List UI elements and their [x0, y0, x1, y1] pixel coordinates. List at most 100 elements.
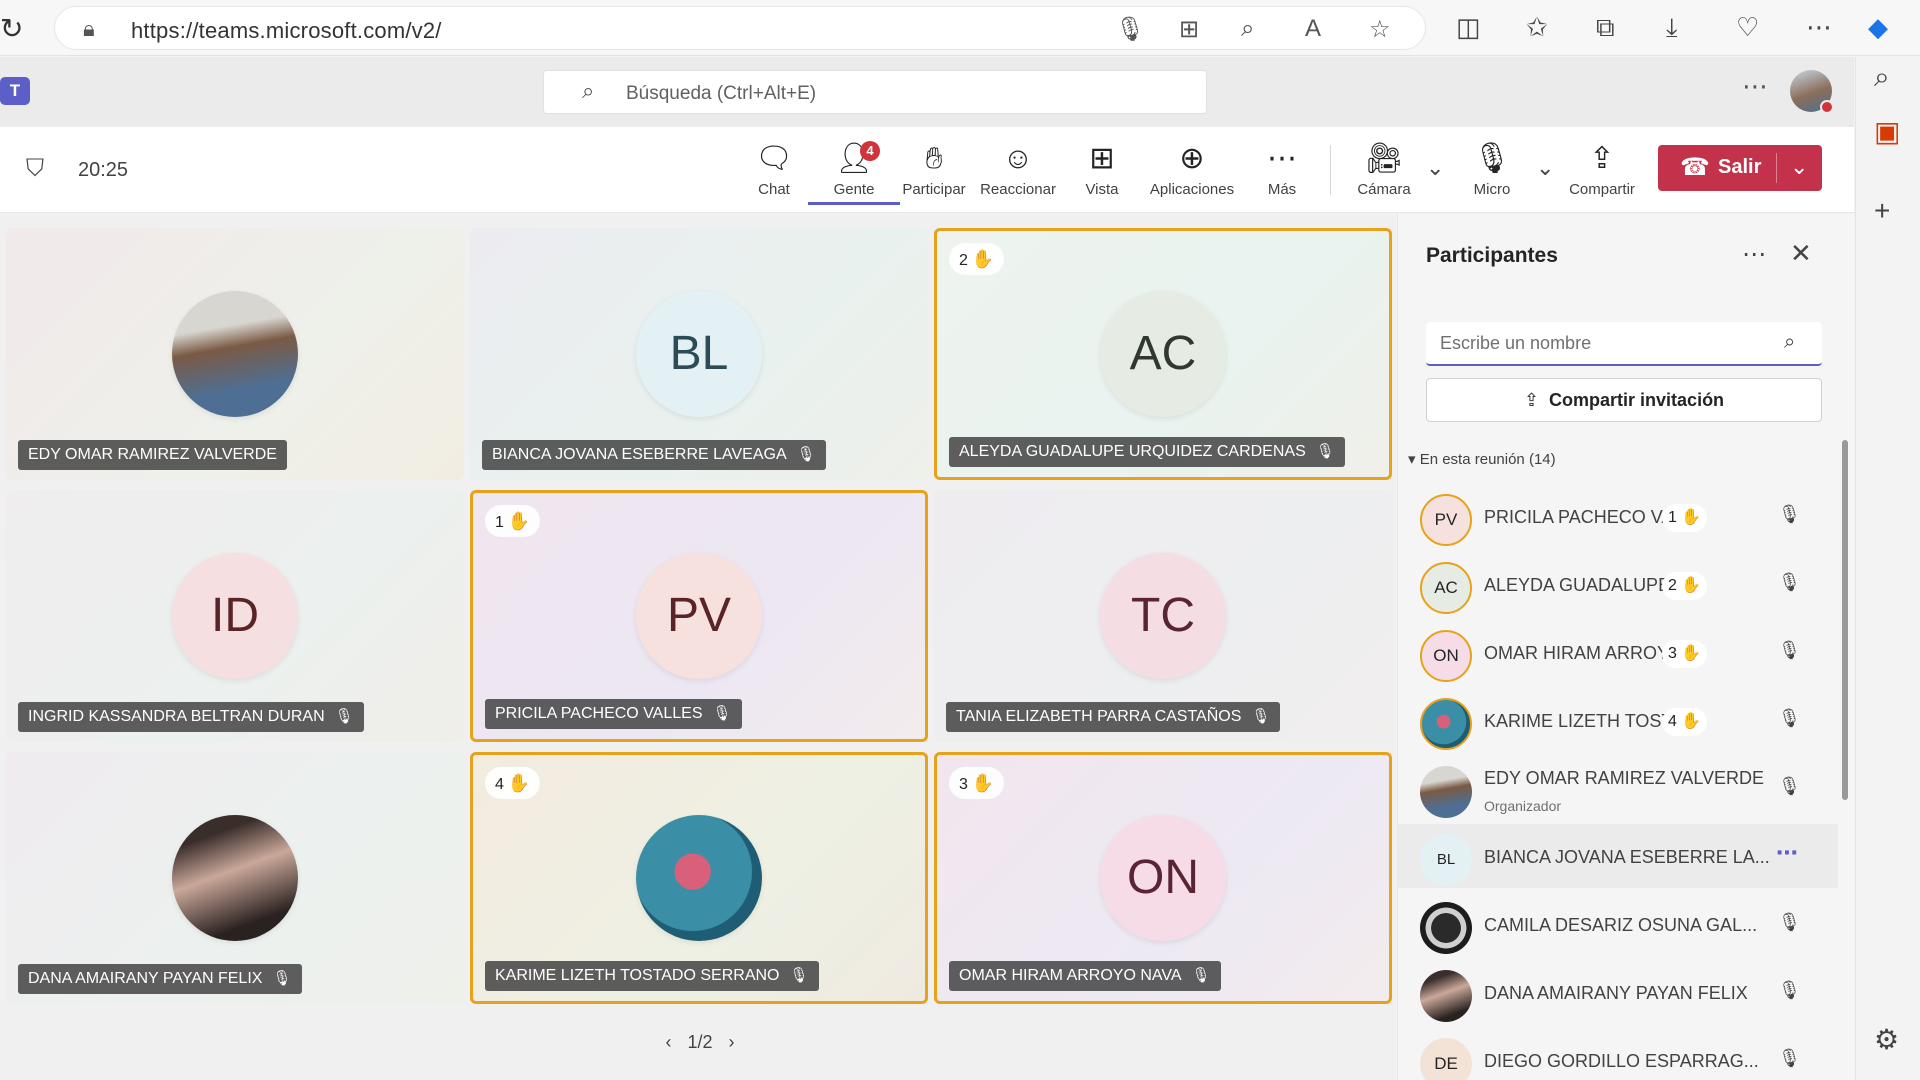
- app-grid-icon[interactable]: ⊞: [1179, 15, 1199, 44]
- search-icon[interactable]: ⌕: [1784, 331, 1795, 354]
- video-tile[interactable]: 3 ✋ ON OMAR HIRAM ARROYO NAVA 🎙︎: [934, 752, 1392, 1004]
- participant-avatar: ON: [1420, 630, 1472, 682]
- favorites-icon[interactable]: ✩: [1526, 12, 1548, 43]
- video-tile[interactable]: ID INGRID KASSANDRA BELTRAN DURAN 🎙︎: [6, 490, 464, 742]
- shield-icon[interactable]: ⛉: [26, 155, 44, 183]
- react-icon: ☺: [1002, 142, 1034, 175]
- mic-muted-icon: 🎙︎: [1778, 504, 1801, 524]
- lock-icon[interactable]: 🔒︎: [83, 16, 95, 42]
- view-button[interactable]: ⊞ Vista: [1056, 141, 1148, 205]
- next-page-chevron-icon[interactable]: ›: [729, 1032, 735, 1052]
- url-text[interactable]: https://teams.microsoft.com/v2/: [131, 18, 442, 44]
- browser-more-icon[interactable]: ⋯: [1806, 12, 1832, 43]
- presence-busy-icon: [1820, 100, 1834, 114]
- people-button[interactable]: 👤︎ 4 Gente: [808, 141, 900, 205]
- video-tile[interactable]: TC TANIA ELIZABETH PARRA CASTAÑOS 🎙︎: [934, 490, 1392, 742]
- panel-title: Participantes: [1426, 244, 1558, 267]
- participant-photo: [636, 815, 762, 941]
- apps-button[interactable]: ⊕ Aplicaciones: [1146, 141, 1238, 205]
- participant-avatar: [1420, 698, 1472, 750]
- settings-gear-icon[interactable]: ⚙: [1874, 1023, 1899, 1056]
- mic-options-chevron-icon[interactable]: ⌄: [1536, 155, 1554, 181]
- mic-muted-icon: 🎙︎: [334, 708, 354, 725]
- mic-muted-icon: 🎙︎: [1778, 572, 1801, 592]
- add-app-icon[interactable]: +: [1874, 195, 1890, 227]
- share-button[interactable]: ⇪ Compartir: [1556, 141, 1648, 205]
- share-icon: ⇪: [1589, 142, 1615, 175]
- address-bar[interactable]: 🔒︎ https://teams.microsoft.com/v2/ 🎙︎ ⊞ …: [54, 6, 1426, 50]
- participant-search-input[interactable]: [1426, 322, 1822, 366]
- zoom-icon[interactable]: ⌕: [1241, 15, 1254, 43]
- video-tile[interactable]: 1 ✋ PV PRICILA PACHECO VALLES 🎙︎: [470, 490, 928, 742]
- mic-muted-icon: 🎙︎: [1778, 708, 1801, 728]
- participant-row[interactable]: EDY OMAR RAMIREZ VALVERDE Organizador 🎙︎: [1398, 756, 1838, 820]
- participant-avatar: DE: [1420, 1038, 1472, 1080]
- tile-name-label: INGRID KASSANDRA BELTRAN DURAN 🎙︎: [18, 702, 364, 732]
- share-invite-button[interactable]: ⇪ Compartir invitación: [1426, 378, 1822, 422]
- collections-icon[interactable]: ⧉: [1596, 12, 1615, 44]
- sidebar-search-icon[interactable]: ⌕: [1874, 61, 1890, 94]
- participants-panel: Participantes ⋯ ✕ ⌕ ⇪Compartir invitació…: [1397, 214, 1854, 1080]
- participant-avatar: AC: [1420, 562, 1472, 614]
- prev-page-chevron-icon[interactable]: ‹: [665, 1032, 671, 1052]
- video-tile[interactable]: 2 ✋ AC ALEYDA GUADALUPE URQUIDEZ CARDENAS…: [934, 228, 1392, 480]
- participant-initials: TC: [1100, 553, 1226, 679]
- panel-more-icon[interactable]: ⋯: [1742, 240, 1766, 269]
- search-box[interactable]: ⌕ Búsqueda (Ctrl+Alt+E): [543, 70, 1207, 114]
- favorite-star-icon[interactable]: ☆: [1369, 15, 1391, 44]
- participant-row[interactable]: DANA AMAIRANY PAYAN FELIX 🎙︎: [1398, 960, 1838, 1024]
- voice-search-icon[interactable]: 🎙︎: [1115, 15, 1145, 44]
- more-icon: ⋯: [1267, 142, 1297, 175]
- leave-button[interactable]: ☎ Salir ⌄: [1658, 145, 1822, 191]
- participant-row[interactable]: BL BIANCA JOVANA ESEBERRE LA... ⋯: [1398, 824, 1838, 888]
- panel-scrollbar[interactable]: [1842, 440, 1848, 800]
- video-tile[interactable]: 4 ✋ KARIME LIZETH TOSTADO SERRANO 🎙︎: [470, 752, 928, 1004]
- raised-hand-icon: ✋: [1681, 509, 1702, 526]
- participant-row[interactable]: CAMILA DESARIZ OSUNA GAL... 🎙︎: [1398, 892, 1838, 956]
- react-button[interactable]: ☺ Reaccionar: [972, 141, 1064, 205]
- split-screen-icon[interactable]: ◫: [1456, 12, 1481, 43]
- header-more-icon[interactable]: ⋯: [1742, 71, 1768, 102]
- participant-avatar: BL: [1420, 834, 1472, 886]
- participant-initials: ID: [172, 553, 298, 679]
- participant-row[interactable]: KARIME LIZETH TOSTA... 4 ✋ 🎙︎: [1398, 688, 1838, 752]
- raise-hand-button[interactable]: ✋︎ Participar: [888, 141, 980, 205]
- hand-raised-badge: 3 ✋: [949, 767, 1005, 799]
- tile-name-label: TANIA ELIZABETH PARRA CASTAÑOS 🎙︎: [946, 702, 1281, 732]
- chat-button[interactable]: 🗨︎ Chat: [728, 141, 820, 205]
- reload-icon[interactable]: ↻: [0, 12, 30, 44]
- copilot-icon[interactable]: ◆: [1868, 12, 1888, 43]
- more-button[interactable]: ⋯ Más: [1236, 141, 1328, 205]
- search-icon: ⌕: [582, 78, 595, 103]
- participant-row[interactable]: AC ALEYDA GUADALUPE ... 2 ✋ 🎙︎: [1398, 552, 1838, 616]
- participant-row[interactable]: ON OMAR HIRAM ARROY... 3 ✋ 🎙︎: [1398, 620, 1838, 684]
- search-placeholder[interactable]: Búsqueda (Ctrl+Alt+E): [626, 83, 816, 105]
- leave-options-chevron-icon[interactable]: ⌄: [1790, 154, 1808, 180]
- participant-initials: BL: [636, 291, 762, 417]
- mic-muted-icon: 🎙︎: [1778, 1048, 1801, 1068]
- download-icon[interactable]: ⤓: [1666, 12, 1678, 44]
- mic-muted-icon: 🎙︎: [272, 970, 292, 987]
- view-icon: ⊞: [1089, 142, 1115, 175]
- video-tile[interactable]: EDY OMAR RAMIREZ VALVERDE: [6, 228, 464, 480]
- browser-essentials-icon[interactable]: ♡: [1736, 12, 1759, 43]
- participants-list: PV PRICILA PACHECO VAL... 1 ✋ 🎙︎ AC ALEY…: [1398, 484, 1838, 1080]
- hand-raised-badge: 4 ✋: [1662, 708, 1708, 736]
- mic-button[interactable]: 🎙︎ Micro: [1446, 141, 1538, 205]
- hand-raised-badge: 4 ✋: [485, 767, 541, 799]
- in-meeting-section-toggle[interactable]: ▾ En esta reunión (14): [1408, 450, 1556, 468]
- video-tile[interactable]: BL BIANCA JOVANA ESEBERRE LAVEAGA 🎙︎: [470, 228, 928, 480]
- camera-options-chevron-icon[interactable]: ⌄: [1426, 155, 1444, 181]
- participant-row[interactable]: PV PRICILA PACHECO VAL... 1 ✋ 🎙︎: [1398, 484, 1838, 548]
- participant-photo: [172, 815, 298, 941]
- toolbar-divider: [1330, 145, 1331, 195]
- close-icon[interactable]: ✕: [1790, 238, 1812, 269]
- video-tile[interactable]: DANA AMAIRANY PAYAN FELIX 🎙︎: [6, 752, 464, 1004]
- raised-hand-icon: ✋: [1681, 713, 1702, 730]
- user-avatar[interactable]: [1790, 70, 1834, 114]
- participant-more-options-icon[interactable]: ⋯: [1776, 840, 1798, 866]
- toolbox-icon[interactable]: ▣: [1874, 115, 1900, 148]
- read-aloud-icon[interactable]: A: [1305, 15, 1321, 43]
- camera-button[interactable]: 🎥︎ Cámara: [1338, 141, 1430, 205]
- participant-row[interactable]: DE DIEGO GORDILLO ESPARRAG... 🎙︎: [1398, 1028, 1838, 1080]
